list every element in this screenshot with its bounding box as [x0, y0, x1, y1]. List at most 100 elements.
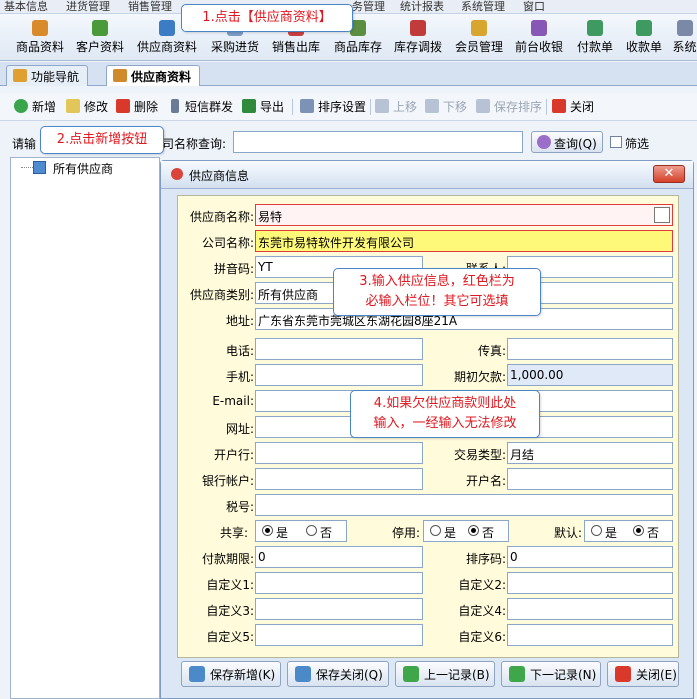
sort-settings-label: 排序设置 — [318, 100, 367, 114]
plus-icon — [14, 99, 28, 113]
menu-reports[interactable]: 统计报表 — [400, 0, 444, 14]
custom3-field[interactable] — [255, 598, 423, 620]
custom1-field[interactable] — [255, 572, 423, 594]
toolbar-system-button[interactable]: 系统 — [672, 18, 697, 58]
trade-type-field[interactable]: 月结 — [507, 442, 673, 464]
default-yes-label: 是 — [605, 526, 618, 540]
custom4-field[interactable] — [507, 598, 673, 620]
toolbar-member-button[interactable]: 会员管理 — [451, 18, 507, 58]
default-yes-radio[interactable] — [591, 525, 602, 536]
edit-button[interactable]: 修改 — [66, 98, 108, 116]
dialog-cancel-button[interactable]: 关闭(E) — [607, 661, 679, 687]
search-label-right: 司名称查询: — [162, 137, 227, 151]
toolbar-payment-button[interactable]: 付款单 — [572, 18, 618, 58]
member-icon — [471, 20, 487, 36]
mobile-field[interactable] — [255, 364, 423, 386]
menu-purchase[interactable]: 进货管理 — [66, 0, 110, 14]
save-new-button[interactable]: 保存新增(K) — [181, 661, 281, 687]
tab-supplier-label: 供应商资料 — [131, 70, 192, 84]
next-record-button[interactable]: 下一记录(N) — [501, 661, 601, 687]
tax-field[interactable] — [255, 494, 673, 516]
toolbar-customers-button[interactable]: 客户资料 — [72, 18, 128, 58]
edit-label: 修改 — [84, 100, 109, 114]
save-sort-button[interactable]: 保存排序 — [476, 98, 542, 116]
move-up-label: 上移 — [393, 100, 418, 114]
custom2-field[interactable] — [507, 572, 673, 594]
export-label: 导出 — [260, 100, 285, 114]
next-record-label: 下一记录(N) — [530, 668, 597, 682]
supplier-name-field[interactable]: 易特 — [255, 204, 673, 226]
dialog-close-button[interactable]: ✕ — [653, 165, 685, 183]
callout-step1: 1.点击【供应商资料】 — [181, 4, 353, 32]
toolbar-goods-button[interactable]: 商品资料 — [12, 18, 68, 58]
delete-button[interactable]: 删除 — [116, 98, 158, 116]
toolbar-separator — [292, 99, 293, 115]
account-name-field[interactable] — [507, 468, 673, 490]
custom5-field[interactable] — [255, 624, 423, 646]
sort-settings-button[interactable]: 排序设置 — [300, 98, 366, 116]
phone-field[interactable] — [255, 338, 423, 360]
email-label: E-mail: — [212, 394, 254, 408]
menu-sales[interactable]: 销售管理 — [128, 0, 172, 14]
fax-label: 传真: — [477, 344, 506, 358]
menu-finance[interactable]: 务管理 — [352, 0, 385, 14]
share-no-radio[interactable] — [306, 525, 317, 536]
toolbar-transfer-button[interactable]: 库存调拨 — [390, 18, 446, 58]
save-close-button[interactable]: 保存关闭(Q) — [287, 661, 389, 687]
sort-code-label: 排序码: — [465, 552, 506, 566]
tab-supplier[interactable]: 供应商资料 — [106, 65, 201, 86]
phone-label: 电话: — [225, 344, 254, 358]
callout-step3-line2: 必输入栏位！其它可选填 — [365, 294, 509, 309]
company-name-field[interactable]: 东莞市易特软件开发有限公司 — [255, 230, 673, 252]
supplier-icon — [171, 168, 183, 180]
pay-term-field[interactable]: 0 — [255, 546, 423, 568]
edit-note-icon[interactable] — [654, 207, 670, 223]
fax-field[interactable] — [507, 338, 673, 360]
move-down-icon — [425, 99, 439, 113]
disable-yes-radio[interactable] — [430, 525, 441, 536]
cashier-icon — [531, 20, 547, 36]
customers-icon — [92, 20, 108, 36]
search-input[interactable] — [233, 131, 523, 153]
custom5-label: 自定义5: — [206, 630, 254, 644]
menu-system[interactable]: 系统管理 — [461, 0, 505, 14]
bank-field[interactable] — [255, 442, 423, 464]
default-no-radio[interactable] — [633, 525, 644, 536]
move-up-icon — [375, 99, 389, 113]
move-down-button[interactable]: 下移 — [425, 98, 467, 116]
delete-icon — [116, 99, 130, 113]
toolbar-receipt-button[interactable]: 收款单 — [621, 18, 667, 58]
sms-button[interactable]: 短信群发 — [167, 98, 233, 116]
share-yes-radio[interactable] — [262, 525, 273, 536]
address-label: 地址: — [225, 314, 254, 328]
query-button[interactable]: 查询(Q) — [531, 131, 603, 153]
toolbar-cashier-label: 前台收银 — [514, 40, 563, 54]
initial-debt-field[interactable]: 1,000.00 — [507, 364, 673, 386]
action-toolbar: 新增 修改 删除 短信群发 导出 排序设置 上移 下移 保存排序 关闭 — [0, 93, 697, 121]
supplier-icon — [159, 20, 175, 36]
filter-checkbox[interactable] — [610, 136, 622, 148]
toolbar-receipt-label: 收款单 — [625, 40, 662, 54]
close-button[interactable]: 关闭 — [552, 98, 594, 116]
custom6-field[interactable] — [507, 624, 673, 646]
close-label: 关闭 — [570, 100, 595, 114]
export-button[interactable]: 导出 — [242, 98, 284, 116]
tab-navigation[interactable]: 功能导航 — [6, 65, 89, 86]
tree-root-all-suppliers[interactable]: 所有供应商 — [53, 160, 113, 177]
disable-yes-label: 是 — [444, 526, 457, 540]
add-button[interactable]: 新增 — [14, 98, 56, 116]
toolbar-cashier-button[interactable]: 前台收银 — [511, 18, 567, 58]
tab-navigation-label: 功能导航 — [31, 70, 80, 84]
sort-code-field[interactable]: 0 — [507, 546, 673, 568]
phone-icon — [171, 99, 179, 113]
previous-record-button[interactable]: 上一记录(B) — [395, 661, 495, 687]
account-field[interactable] — [255, 468, 423, 490]
payment-icon — [587, 20, 603, 36]
toolbar-goods-label: 商品资料 — [15, 40, 64, 54]
disable-no-radio[interactable] — [468, 525, 479, 536]
move-up-button[interactable]: 上移 — [375, 98, 417, 116]
save-new-label: 保存新增(K) — [210, 668, 276, 682]
menu-window[interactable]: 窗口 — [523, 0, 545, 14]
menu-basic-info[interactable]: 基本信息 — [4, 0, 48, 14]
sort-icon — [300, 99, 314, 113]
